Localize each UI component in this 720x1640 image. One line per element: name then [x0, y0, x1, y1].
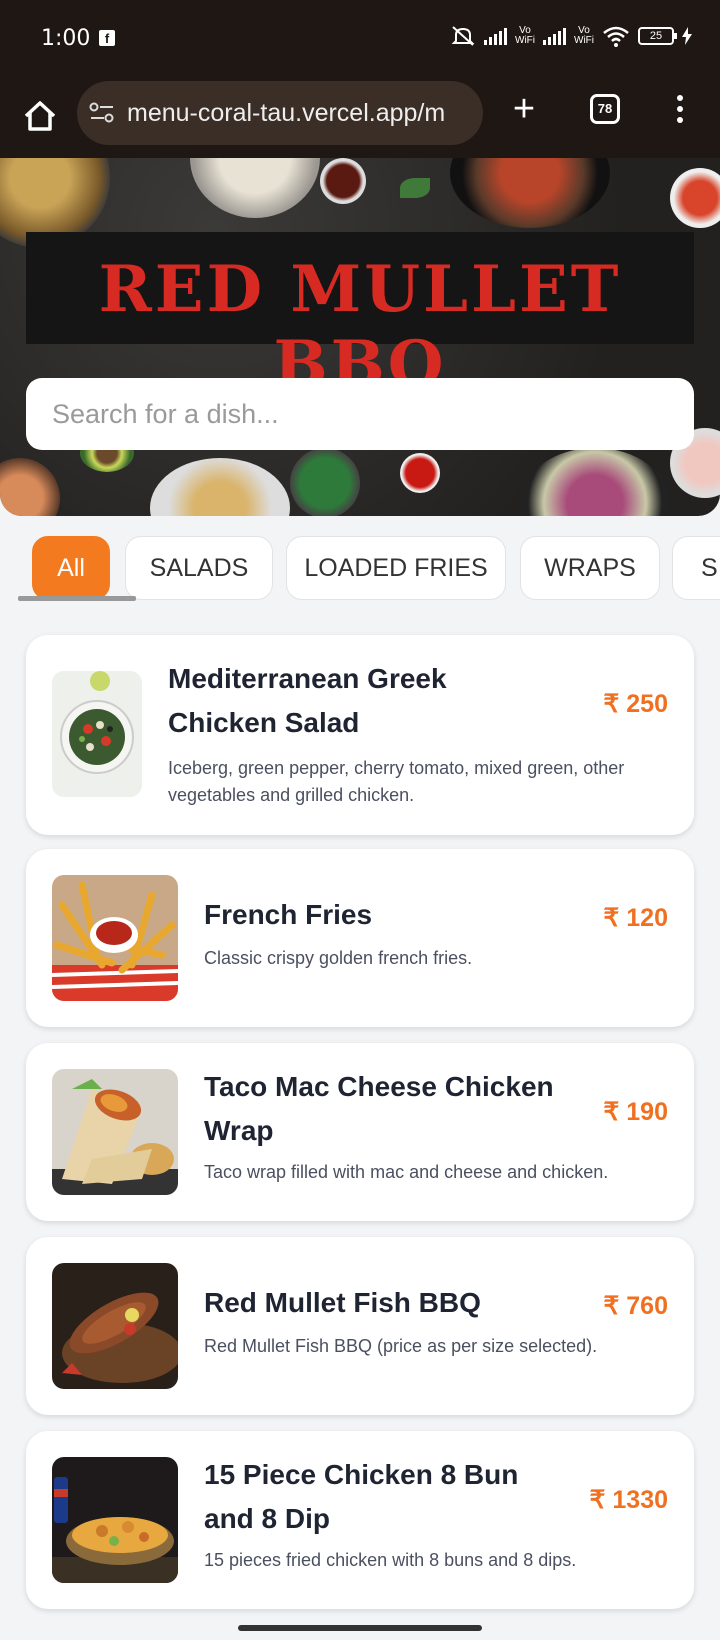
item-description: 15 pieces fried chicken with 8 buns and …	[204, 1550, 577, 1570]
item-description: Red Mullet Fish BBQ (price as per size s…	[204, 1336, 598, 1356]
charging-icon	[682, 27, 692, 45]
food-decoration	[0, 458, 60, 516]
hero-banner: RED MULLET BBQ	[0, 158, 720, 516]
vowifi-icon: Vo WiFi	[515, 25, 535, 46]
wrap-image	[52, 1069, 178, 1195]
wifi-icon	[603, 26, 629, 47]
tabs-icon[interactable]: 78	[590, 94, 620, 124]
tab-wraps[interactable]: WRAPS	[520, 536, 660, 600]
salad-image	[52, 671, 142, 797]
food-decoration	[190, 158, 320, 218]
food-decoration	[150, 458, 290, 516]
item-name: Taco Mac Cheese Chicken Wrap	[204, 1071, 554, 1146]
browser-toolbar: menu-coral-tau.vercel.app/m + 78	[0, 78, 720, 160]
item-price: ₹ 760	[603, 1292, 668, 1320]
tab-all[interactable]: All	[32, 536, 110, 600]
food-decoration	[520, 448, 670, 516]
more-icon[interactable]	[672, 92, 688, 126]
menu-item-card[interactable]: Mediterranean Greek Chicken Salad ₹ 250 …	[26, 635, 694, 835]
menu-item-card[interactable]: Taco Mac Cheese Chicken Wrap ₹ 190 Taco …	[26, 1043, 694, 1221]
status-icons: Vo WiFi Vo WiFi 25	[450, 24, 692, 48]
item-price: ₹ 1330	[589, 1486, 668, 1514]
status-time: 1:00	[41, 26, 91, 51]
vowifi-icon: Vo WiFi	[574, 25, 594, 46]
item-price: ₹ 190	[603, 1098, 668, 1126]
gesture-navigation-bar[interactable]	[238, 1625, 482, 1631]
search-box[interactable]	[26, 378, 694, 450]
food-decoration	[670, 168, 720, 228]
item-description: Classic crispy golden french fries.	[204, 948, 473, 968]
tab-next-category[interactable]: S	[672, 536, 720, 600]
restaurant-logo: RED MULLET BBQ	[26, 232, 694, 402]
item-description: Taco wrap filled with mac and cheese and…	[204, 1162, 609, 1182]
menu-item-card[interactable]: French Fries ₹ 120 Classic crispy golden…	[26, 849, 694, 1027]
site-settings-icon[interactable]	[89, 101, 115, 125]
fish-bbq-image	[52, 1263, 178, 1389]
food-decoration	[400, 178, 430, 198]
menu-item-card[interactable]: Red Mullet Fish BBQ ₹ 760 Red Mullet Fis…	[26, 1237, 694, 1415]
item-name: 15 Piece Chicken 8 Bun and 8 Dip	[204, 1459, 519, 1534]
url-text[interactable]: menu-coral-tau.vercel.app/m	[127, 99, 445, 128]
tab-loaded-fries[interactable]: LOADED FRIES	[286, 536, 506, 600]
category-tabs: All SALADS LOADED FRIES WRAPS S	[0, 530, 720, 610]
status-bar: 1:00 f Vo WiFi Vo WiFi 25	[0, 0, 720, 78]
food-decoration	[450, 158, 610, 228]
item-name: Red Mullet Fish BBQ	[204, 1287, 481, 1318]
menu-item-card[interactable]: 15 Piece Chicken 8 Bun and 8 Dip ₹ 1330 …	[26, 1431, 694, 1609]
food-decoration	[400, 453, 440, 493]
signal-icon	[484, 27, 507, 45]
french-fries-image	[52, 875, 178, 1001]
item-name: Mediterranean Greek Chicken Salad	[168, 663, 447, 738]
signal-icon	[543, 27, 566, 45]
item-name: French Fries	[204, 899, 373, 930]
search-input[interactable]	[26, 378, 694, 450]
mute-icon	[451, 26, 475, 46]
food-decoration	[290, 448, 360, 516]
url-bar[interactable]: menu-coral-tau.vercel.app/m	[77, 81, 483, 145]
tab-scroll-indicator	[18, 596, 136, 601]
battery-icon: 25	[638, 27, 677, 45]
home-icon[interactable]	[20, 96, 60, 136]
fried-chicken-image	[52, 1457, 178, 1583]
facebook-icon: f	[99, 30, 115, 46]
item-description: Iceberg, green pepper, cherry tomato, mi…	[168, 758, 625, 805]
tab-salads[interactable]: SALADS	[125, 536, 273, 600]
item-price: ₹ 120	[603, 904, 668, 932]
food-decoration	[320, 158, 366, 204]
new-tab-icon[interactable]: +	[507, 90, 541, 128]
item-price: ₹ 250	[603, 690, 668, 718]
